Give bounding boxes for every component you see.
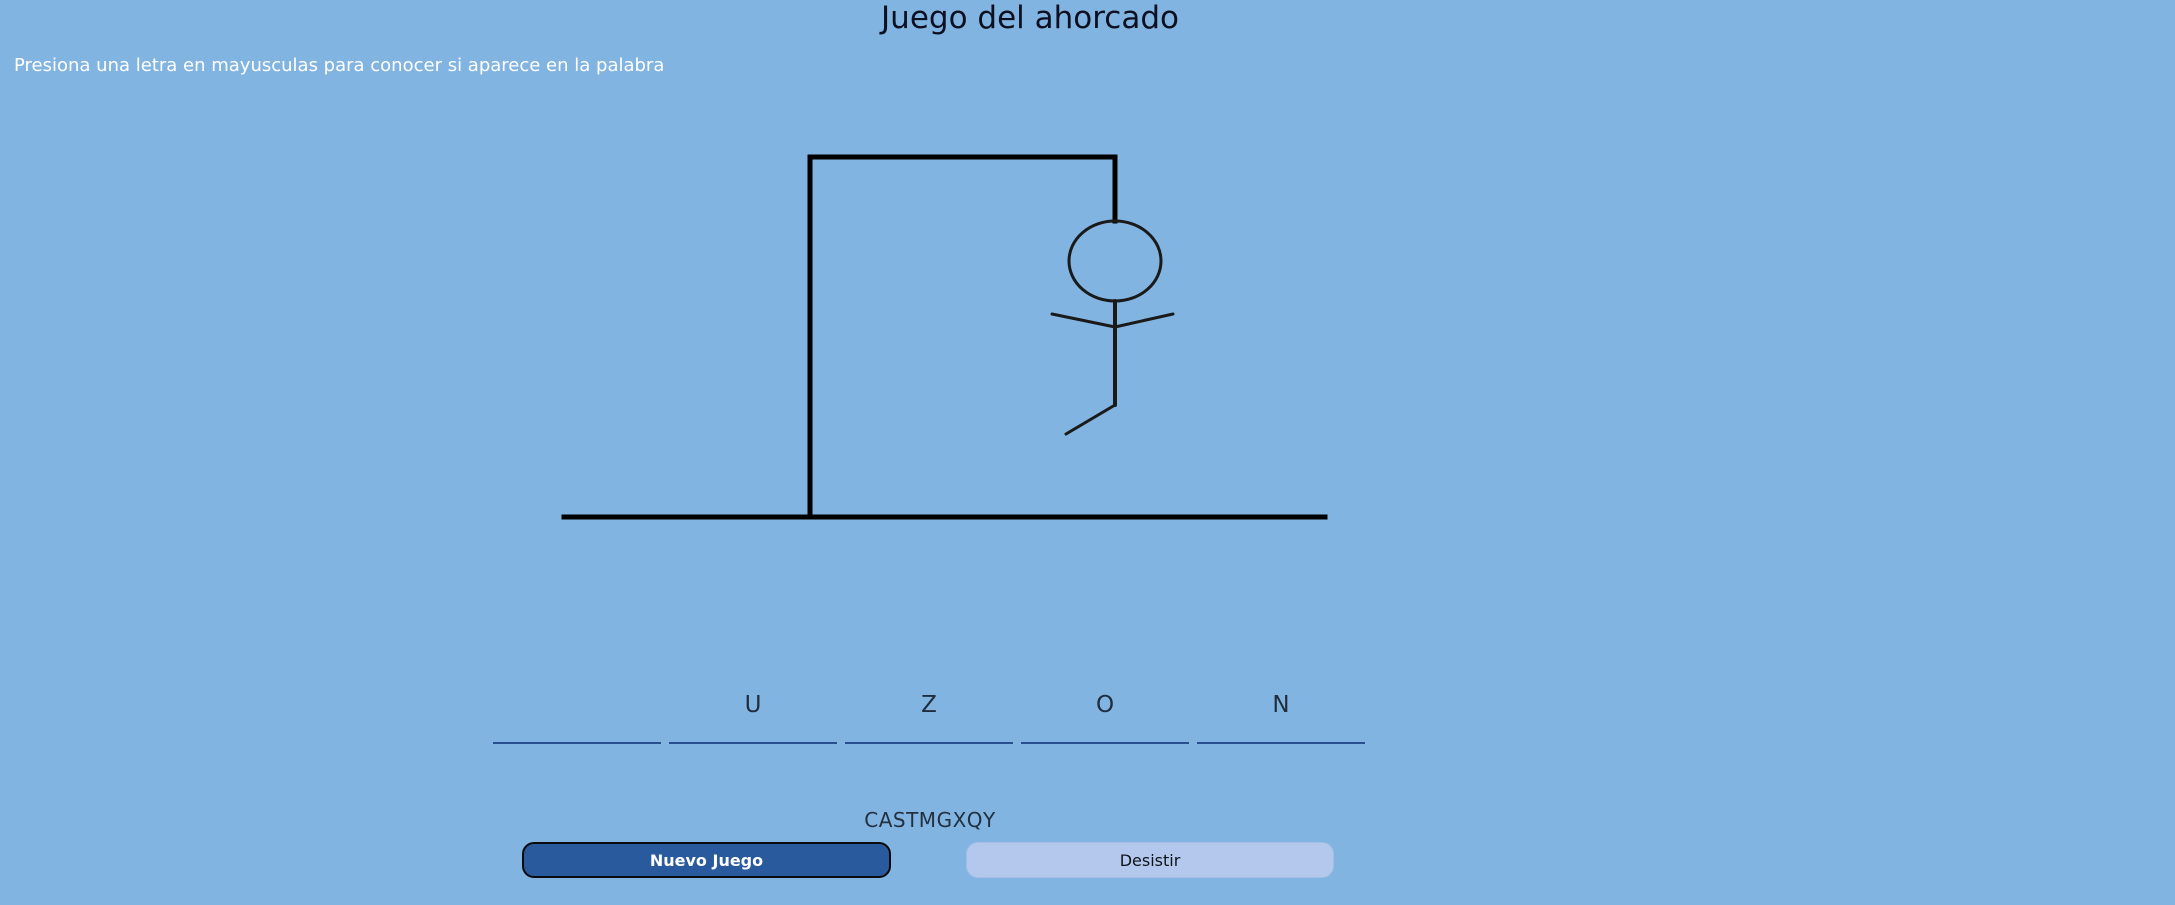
letter-slot: Z (845, 688, 1013, 744)
letter-slot: U (669, 688, 837, 744)
letter-slot: O (1021, 688, 1189, 744)
hangman-canvas (561, 154, 1328, 520)
hangman-head (1067, 219, 1163, 303)
letter-slot (493, 688, 661, 744)
hangman-figure (1050, 219, 1175, 436)
hangman-right-arm (1113, 312, 1175, 329)
new-game-button[interactable]: Nuevo Juego (522, 842, 891, 878)
hangman-left-arm (1050, 312, 1117, 329)
wrong-letters: CASTMGXQY (864, 808, 996, 832)
give-up-button[interactable]: Desistir (966, 842, 1334, 878)
gallows (561, 154, 1328, 520)
hangman-left-leg (1064, 403, 1117, 436)
letter-slot: N (1197, 688, 1365, 744)
